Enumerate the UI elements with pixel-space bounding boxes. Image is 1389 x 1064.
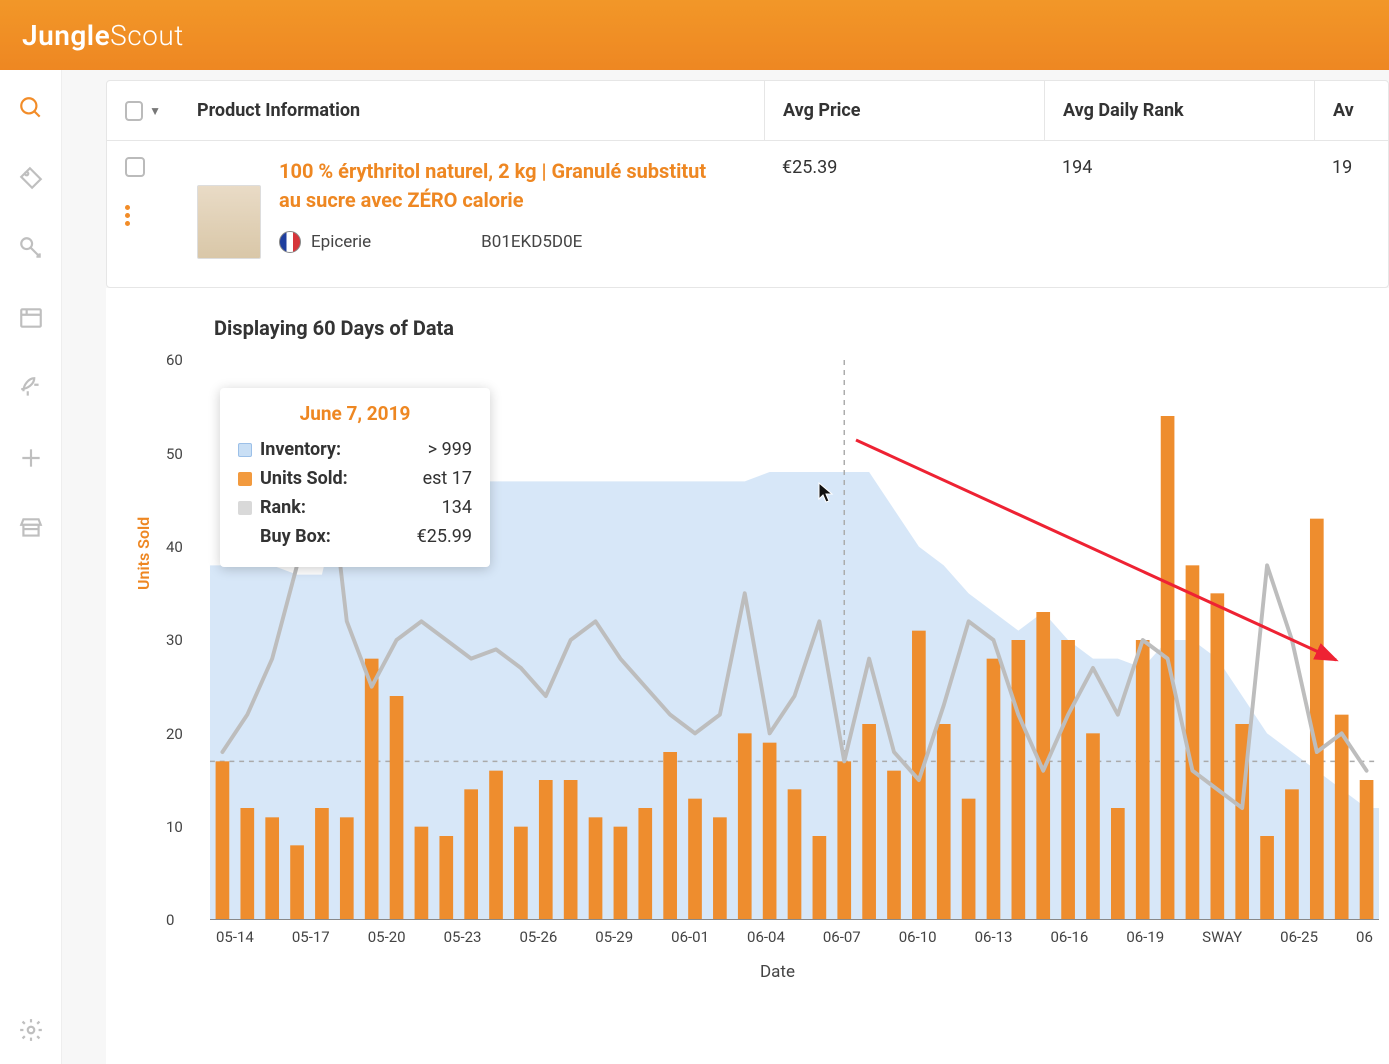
x-tick: 06-25 bbox=[1280, 928, 1318, 946]
y-tick: 50 bbox=[166, 445, 183, 463]
y-tick: 30 bbox=[166, 631, 183, 649]
tag-icon[interactable] bbox=[17, 164, 45, 192]
y-tick: 60 bbox=[166, 351, 183, 369]
x-axis-label: Date bbox=[176, 962, 1379, 982]
select-all-checkbox[interactable] bbox=[125, 101, 143, 121]
legend-swatch-units bbox=[238, 472, 252, 486]
y-axis-label: Units Sold bbox=[134, 517, 153, 590]
tooltip-rank-label: Rank: bbox=[260, 497, 306, 518]
store-icon[interactable] bbox=[17, 514, 45, 542]
rocket-icon[interactable] bbox=[17, 374, 45, 402]
tooltip-buybox-value: €25.99 bbox=[417, 526, 472, 547]
y-tick: 40 bbox=[166, 538, 183, 556]
y-tick: 20 bbox=[166, 725, 183, 743]
legend-swatch-inventory bbox=[238, 443, 252, 457]
y-tick: 10 bbox=[166, 818, 183, 836]
x-tick: 06 bbox=[1356, 928, 1373, 946]
product-thumbnail[interactable] bbox=[197, 185, 261, 259]
col-product-info[interactable]: Product Information bbox=[179, 100, 764, 121]
tooltip-units-value: est 17 bbox=[423, 468, 472, 489]
chart-title: Displaying 60 Days of Data bbox=[214, 316, 1379, 340]
table-row: 100 % érythritol naturel, 2 kg | Granulé… bbox=[107, 141, 1388, 287]
top-header: JungleScout bbox=[0, 0, 1389, 70]
flag-france-icon bbox=[279, 231, 301, 253]
x-tick: SWAY bbox=[1202, 928, 1242, 946]
row-actions-icon[interactable] bbox=[125, 205, 130, 226]
x-tick: 06-04 bbox=[747, 928, 785, 946]
x-tick: 05-26 bbox=[519, 928, 557, 946]
product-category: Epicerie bbox=[311, 232, 371, 252]
brand-word-2: Scout bbox=[110, 19, 184, 52]
brand-logo: JungleScout bbox=[22, 19, 184, 52]
brand-word-1: Jungle bbox=[22, 19, 110, 52]
cursor-icon bbox=[818, 482, 836, 509]
left-sidebar bbox=[0, 70, 62, 1064]
chart-area[interactable]: Units Sold 0 10 20 30 40 50 60 June 7, 2… bbox=[176, 360, 1379, 920]
plus-icon[interactable] bbox=[17, 444, 45, 472]
chevron-down-icon[interactable]: ▼ bbox=[149, 104, 161, 118]
chart-panel: Displaying 60 Days of Data Units Sold 0 … bbox=[106, 288, 1389, 1064]
x-axis-ticks: 05-14 05-17 05-20 05-23 05-26 05-29 06-01 06-04… bbox=[210, 928, 1379, 946]
gear-icon[interactable] bbox=[17, 1016, 45, 1044]
x-tick: 05-23 bbox=[444, 928, 482, 946]
table-header-row: ▼ Product Information Avg Price Avg Dail… bbox=[107, 81, 1388, 141]
cell-extra: 19 bbox=[1314, 157, 1388, 259]
legend-swatch-rank bbox=[238, 501, 252, 515]
col-extra[interactable]: Av bbox=[1314, 81, 1388, 140]
tooltip-date: June 7, 2019 bbox=[238, 402, 472, 425]
x-tick: 05-20 bbox=[368, 928, 406, 946]
book-icon[interactable] bbox=[17, 304, 45, 332]
col-avg-rank[interactable]: Avg Daily Rank bbox=[1044, 81, 1314, 140]
product-asin: B01EKD5D0E bbox=[481, 232, 582, 252]
x-tick: 05-17 bbox=[292, 928, 330, 946]
tooltip-rank-value: 134 bbox=[442, 497, 472, 518]
col-avg-price[interactable]: Avg Price bbox=[764, 81, 1044, 140]
y-tick: 0 bbox=[166, 911, 174, 929]
x-tick: 05-29 bbox=[595, 928, 633, 946]
chart-tooltip: June 7, 2019 Inventory: > 999 Units Sold:… bbox=[220, 388, 490, 567]
x-tick: 06-10 bbox=[899, 928, 937, 946]
product-table: ▼ Product Information Avg Price Avg Dail… bbox=[106, 80, 1389, 288]
product-title-link[interactable]: 100 % érythritol naturel, 2 kg | Granulé… bbox=[279, 157, 719, 215]
cell-avg-rank: 194 bbox=[1044, 157, 1314, 259]
x-tick: 05-14 bbox=[216, 928, 254, 946]
tooltip-inventory-label: Inventory: bbox=[260, 439, 341, 460]
tooltip-inventory-value: > 999 bbox=[428, 439, 472, 460]
x-tick: 06-19 bbox=[1126, 928, 1164, 946]
row-checkbox[interactable] bbox=[125, 157, 145, 177]
x-tick: 06-13 bbox=[975, 928, 1013, 946]
x-tick: 06-16 bbox=[1050, 928, 1088, 946]
cell-avg-price: €25.39 bbox=[764, 157, 1044, 259]
x-tick: 06-07 bbox=[823, 928, 861, 946]
keyword-icon[interactable] bbox=[17, 234, 45, 262]
tooltip-buybox-label: Buy Box: bbox=[260, 526, 331, 547]
tooltip-units-label: Units Sold: bbox=[260, 468, 348, 489]
search-icon[interactable] bbox=[17, 94, 45, 122]
x-tick: 06-01 bbox=[671, 928, 709, 946]
